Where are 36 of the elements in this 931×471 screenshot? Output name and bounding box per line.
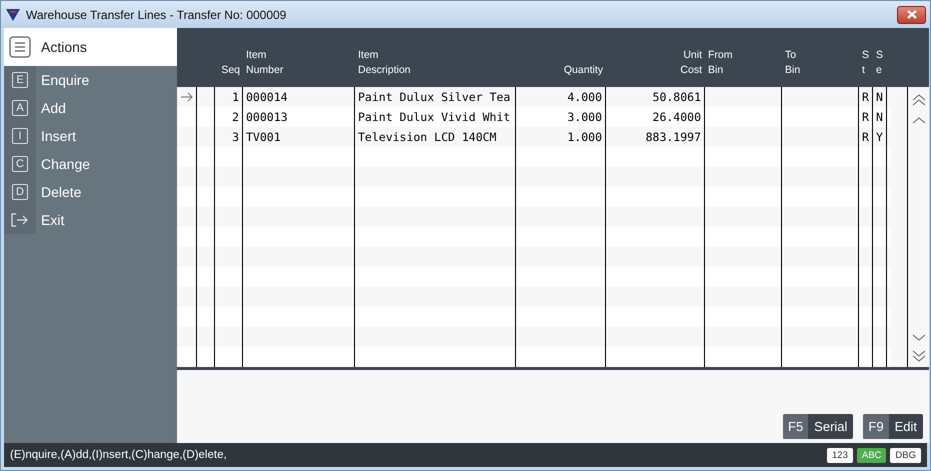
function-key-button[interactable]: F5 Serial bbox=[783, 414, 854, 439]
close-icon bbox=[906, 10, 916, 19]
action-item[interactable]: Delete bbox=[36, 184, 82, 200]
mode-badge: DBG bbox=[890, 448, 921, 462]
window-title: Warehouse Transfer Lines - Transfer No: 000009 bbox=[26, 8, 286, 22]
action-item[interactable]: Enquire bbox=[36, 72, 90, 88]
scroll-bottom-icon[interactable] bbox=[912, 349, 926, 363]
column-header: To Bin bbox=[784, 48, 802, 78]
column-header: S e bbox=[875, 48, 884, 78]
column-header: From Bin bbox=[707, 48, 734, 78]
function-key-button[interactable]: F9 Edit bbox=[863, 414, 923, 439]
column-header: Unit Cost bbox=[679, 48, 703, 78]
action-item[interactable]: Add bbox=[36, 100, 66, 116]
mode-badge: ABC bbox=[856, 448, 886, 462]
action-item[interactable]: Exit bbox=[36, 212, 64, 228]
column-header: Item Number bbox=[245, 48, 284, 78]
scroll-top-icon[interactable] bbox=[912, 93, 926, 107]
action-item[interactable]: Insert bbox=[36, 128, 76, 144]
table-row[interactable]: 2 000013 Paint Dulux Vivid Whit 3.000 26.4000 R N bbox=[177, 107, 891, 127]
sidebar-title: Actions bbox=[41, 39, 87, 55]
key-icon: A bbox=[12, 100, 28, 116]
column-header: Item Description bbox=[357, 48, 412, 78]
key-icon: I bbox=[12, 128, 28, 144]
logo-icon bbox=[5, 8, 21, 22]
action-item[interactable]: Change bbox=[36, 156, 90, 172]
column-header: S t bbox=[861, 48, 870, 78]
key-icon: C bbox=[12, 156, 28, 172]
close-button[interactable] bbox=[897, 6, 926, 24]
menu-icon[interactable] bbox=[9, 36, 31, 58]
column-header: Quantity bbox=[562, 63, 604, 78]
exit-icon bbox=[11, 213, 29, 227]
key-icon: D bbox=[12, 184, 28, 200]
key-icon: E bbox=[12, 72, 28, 88]
status-text: (E)nquire,(A)dd,(I)nsert,(C)hange,(D)elete, bbox=[10, 449, 227, 461]
mode-badge: 123 bbox=[827, 448, 853, 462]
column-header: Seq bbox=[220, 63, 241, 78]
